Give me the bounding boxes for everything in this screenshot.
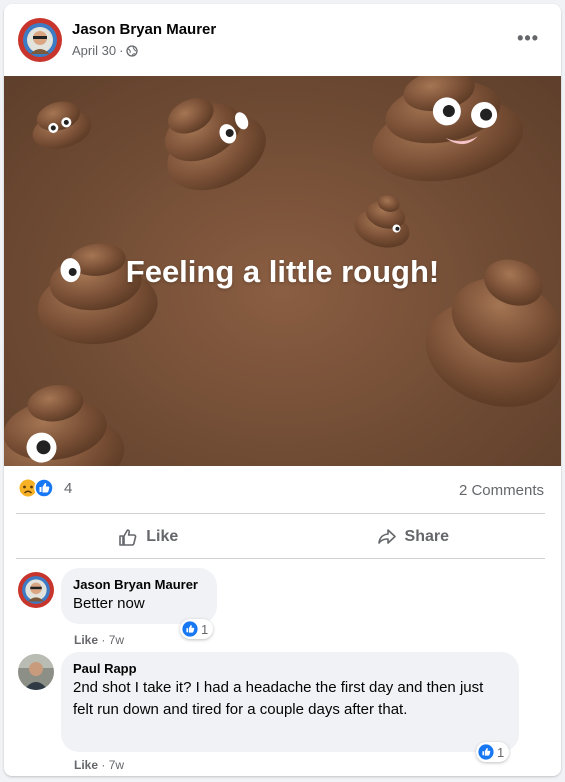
comment-actions: Like · 7w xyxy=(74,633,124,647)
comment-author-avatar[interactable] xyxy=(18,654,54,690)
comment-reaction-count: 1 xyxy=(497,744,505,760)
share-button-label: Share xyxy=(404,528,449,545)
comment-actions: Like · 7w xyxy=(74,758,124,772)
comment-author-name[interactable]: Jason Bryan Maurer xyxy=(73,576,205,593)
comment-text: Better now xyxy=(73,595,145,612)
post-author-name[interactable]: Jason Bryan Maurer xyxy=(72,21,216,38)
post-date[interactable]: April 30 xyxy=(72,43,116,58)
comment-separator: · xyxy=(101,633,106,647)
like-reaction-icon xyxy=(182,621,198,637)
comment-time[interactable]: 7w xyxy=(109,633,124,647)
image-caption-text: Feeling a little rough! xyxy=(125,254,440,289)
author-avatar[interactable] xyxy=(18,18,62,62)
comment-separator: · xyxy=(101,758,106,772)
reaction-count: 4 xyxy=(64,479,73,497)
reaction-summary[interactable]: 4 xyxy=(18,478,72,498)
post-meta: April 30 · xyxy=(72,43,139,58)
like-button-label: Like xyxy=(146,528,179,545)
divider-bottom xyxy=(16,558,545,559)
post-actions: Like Share xyxy=(16,516,545,558)
comment-like-link[interactable]: Like xyxy=(74,633,98,647)
comment-author-avatar[interactable] xyxy=(18,572,54,608)
post-header: Jason Bryan Maurer April 30 · ••• xyxy=(4,4,561,76)
comment-reaction-badge[interactable]: 1 xyxy=(476,742,510,762)
meta-separator: · xyxy=(119,43,124,58)
share-arrow-icon xyxy=(377,529,396,544)
comment-reaction-badge[interactable]: 1 xyxy=(180,619,214,639)
comment-text: 2nd shot I take it? I had a headache the… xyxy=(73,679,484,718)
thumbs-up-icon xyxy=(119,529,137,546)
comment-author-name[interactable]: Paul Rapp xyxy=(73,660,507,677)
comment-bubble: Paul Rapp 2nd shot I take it? I had a he… xyxy=(61,652,519,752)
comment-time[interactable]: 7w xyxy=(109,758,124,772)
comment-like-link[interactable]: Like xyxy=(74,758,98,772)
globe-icon xyxy=(126,44,139,57)
share-button[interactable]: Share xyxy=(281,516,546,558)
comment-reaction-count: 1 xyxy=(201,621,209,637)
divider-top xyxy=(16,513,545,514)
post-image[interactable]: Feeling a little rough! xyxy=(4,76,561,466)
like-button[interactable]: Like xyxy=(16,516,281,558)
comment-count-link[interactable]: 2 Comments xyxy=(459,482,544,499)
post-card: Jason Bryan Maurer April 30 · ••• Feelin… xyxy=(4,4,561,776)
like-reaction-icon xyxy=(34,478,54,498)
comment-item: Paul Rapp 2nd shot I take it? I had a he… xyxy=(4,652,561,772)
post-stats: 4 2 Comments xyxy=(4,476,561,512)
like-reaction-icon xyxy=(478,744,494,760)
more-options-button[interactable]: ••• xyxy=(517,28,539,49)
comment-item: Jason Bryan Maurer Better now 1 Like · 7… xyxy=(4,568,561,648)
comment-bubble: Jason Bryan Maurer Better now xyxy=(61,568,217,624)
